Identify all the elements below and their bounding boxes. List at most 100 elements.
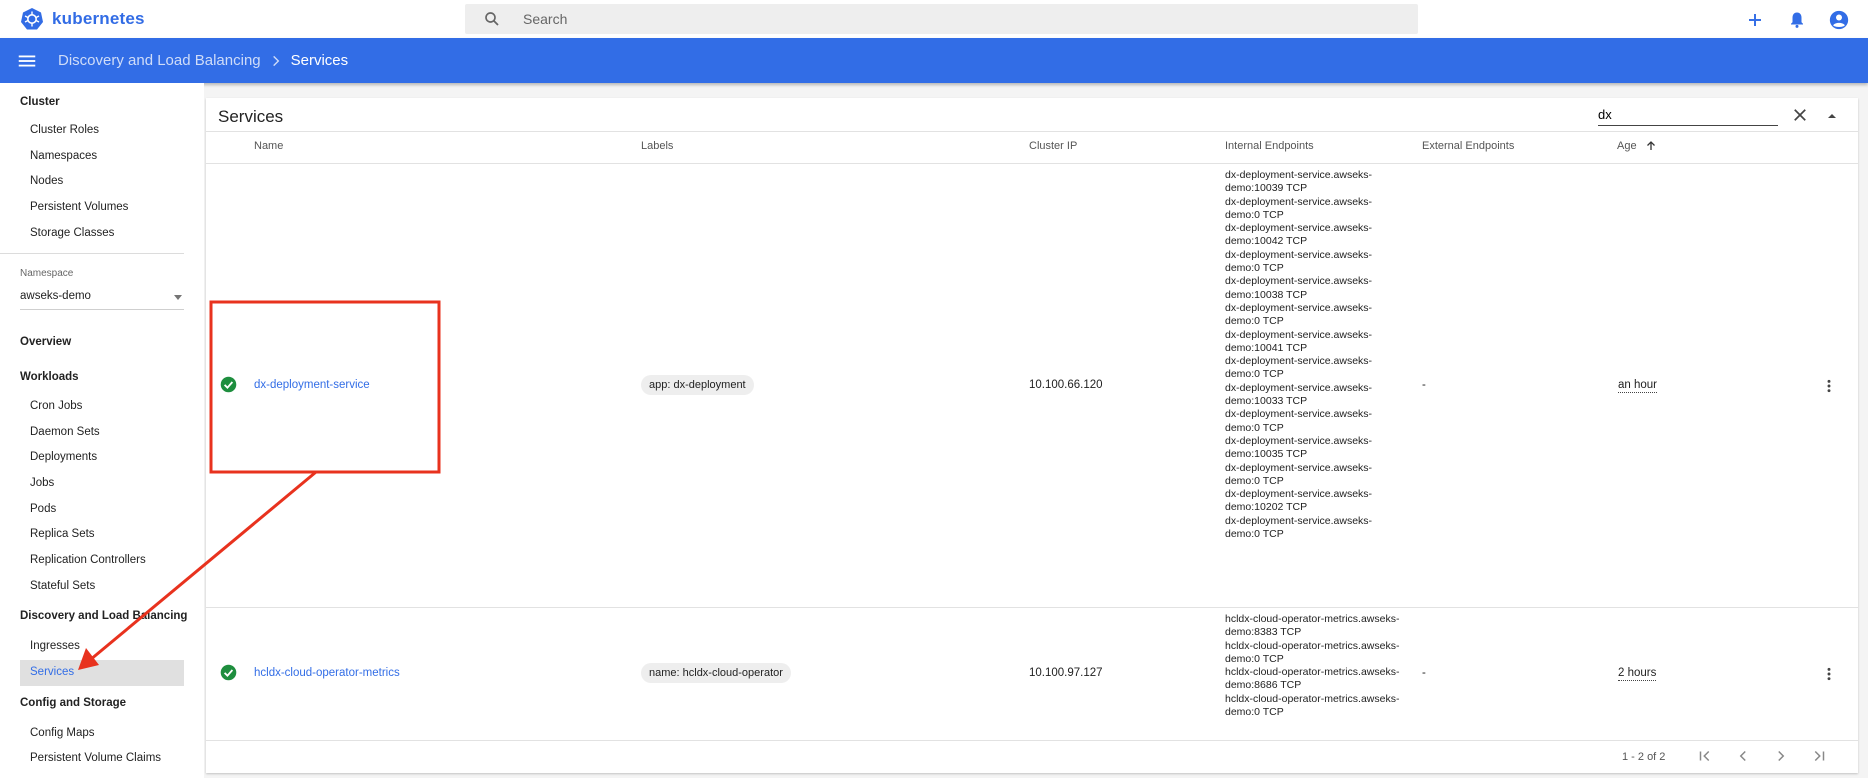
breadcrumb-parent-link[interactable]: Discovery and Load Balancing	[58, 52, 261, 69]
collapse-arrow-icon[interactable]	[1824, 108, 1840, 124]
endpoint-line: demo:10035 TCP	[1225, 448, 1308, 461]
sidebar-item-storage-classes[interactable]: Storage Classes	[30, 227, 114, 239]
pagination-range: 1 - 2 of 2	[1622, 751, 1666, 763]
endpoint-line: hcldx-cloud-operator-metrics.awseks-	[1225, 666, 1400, 679]
service-name-link[interactable]: hcldx-cloud-operator-metrics	[254, 667, 400, 679]
endpoint-line: demo:0 TCP	[1225, 474, 1284, 487]
endpoint-line: demo:10042 TCP	[1225, 235, 1308, 248]
endpoint-line: demo:0 TCP	[1225, 368, 1284, 381]
sidebar-item-daemon-sets[interactable]: Daemon Sets	[30, 426, 100, 438]
sidebar-item-persistent-volumes[interactable]: Persistent Volumes	[30, 201, 128, 213]
service-name-link[interactable]: dx-deployment-service	[254, 379, 370, 391]
sidebar-item-overview[interactable]: Overview	[20, 336, 71, 348]
endpoint-line: demo:0 TCP	[1225, 421, 1284, 434]
cluster-ip: 10.100.66.120	[1029, 379, 1103, 391]
sidebar-item-stateful-sets[interactable]: Stateful Sets	[30, 580, 95, 592]
sidebar-item-config-maps[interactable]: Config Maps	[30, 727, 95, 739]
column-header-labels: Labels	[641, 140, 674, 152]
endpoint-line: demo:10202 TCP	[1225, 501, 1308, 514]
endpoint-line: demo:0 TCP	[1225, 652, 1284, 665]
account-circle-icon	[1829, 10, 1849, 30]
endpoint-line: dx-deployment-service.awseks-	[1225, 461, 1373, 474]
endpoint-line: dx-deployment-service.awseks-	[1225, 434, 1373, 447]
sidebar-item-cron-jobs[interactable]: Cron Jobs	[30, 400, 82, 412]
endpoint-line: hcldx-cloud-operator-metrics.awseks-	[1225, 613, 1400, 625]
endpoint-line: demo:10033 TCP	[1225, 395, 1308, 408]
previous-page-icon[interactable]	[1734, 747, 1752, 765]
sidebar-divider	[0, 253, 184, 254]
bell-icon	[1791, 12, 1803, 28]
sidebar-section-discovery[interactable]: Discovery and Load Balancing	[20, 610, 187, 622]
footer-divider	[206, 740, 1858, 741]
sidebar-item-replica-sets[interactable]: Replica Sets	[30, 528, 95, 540]
card-title: Services	[218, 107, 284, 126]
column-header-divider	[206, 163, 1858, 164]
endpoint-line: dx-deployment-service.awseks-	[1225, 355, 1373, 368]
check-circle-icon	[220, 664, 237, 681]
search-icon	[485, 12, 499, 26]
sidebar: Cluster Cluster Roles Namespaces Nodes P…	[0, 83, 204, 778]
dropdown-arrow-icon	[174, 295, 182, 300]
namespace-value: awseks-demo	[20, 290, 91, 302]
menu-icon[interactable]	[16, 50, 38, 72]
endpoint-line: demo:0 TCP	[1225, 706, 1284, 719]
external-endpoints: -	[1422, 379, 1426, 391]
endpoint-line: demo:8686 TCP	[1225, 679, 1302, 692]
sidebar-item-cluster-roles[interactable]: Cluster Roles	[30, 124, 99, 136]
sidebar-item-namespaces[interactable]: Namespaces	[30, 150, 97, 162]
last-page-icon[interactable]	[1810, 747, 1828, 765]
sidebar-item-replication-controllers[interactable]: Replication Controllers	[30, 554, 146, 566]
endpoint-line: dx-deployment-service.awseks-	[1225, 328, 1373, 341]
filter-field[interactable]	[1598, 106, 1778, 126]
endpoint-line: demo:0 TCP	[1225, 315, 1284, 328]
sidebar-item-deployments[interactable]: Deployments	[30, 451, 97, 463]
account-button[interactable]	[1828, 9, 1850, 31]
sidebar-item-ingresses[interactable]: Ingresses	[30, 640, 80, 652]
endpoint-line: demo:10041 TCP	[1225, 341, 1308, 354]
brand[interactable]: kubernetes	[20, 7, 145, 31]
header-divider	[206, 131, 1858, 132]
search-input[interactable]	[521, 10, 1321, 28]
sidebar-item-nodes[interactable]: Nodes	[30, 175, 63, 187]
notifications-button[interactable]	[1786, 9, 1808, 31]
age-value: an hour	[1618, 379, 1658, 393]
column-header-external-endpoints: External Endpoints	[1422, 140, 1515, 152]
label-chip: name: hcldx-cloud-operator	[641, 663, 791, 683]
first-page-icon[interactable]	[1696, 747, 1714, 765]
column-header-age[interactable]: Age	[1617, 140, 1657, 152]
age-value: 2 hours	[1618, 667, 1657, 681]
next-page-icon[interactable]	[1772, 747, 1790, 765]
label-chip: app: dx-deployment	[641, 375, 754, 395]
external-endpoints: -	[1422, 667, 1426, 679]
endpoint-line: dx-deployment-service.awseks-	[1225, 381, 1373, 394]
more-vert-icon[interactable]	[1821, 378, 1837, 394]
more-vert-icon[interactable]	[1821, 666, 1837, 682]
sidebar-item-persistent-volume-claims[interactable]: Persistent Volume Claims	[30, 752, 161, 764]
top-actions	[1744, 9, 1850, 31]
endpoint-line: dx-deployment-service.awseks-	[1225, 408, 1373, 421]
close-icon[interactable]	[1791, 106, 1809, 124]
sidebar-section-config[interactable]: Config and Storage	[20, 697, 126, 709]
sidebar-section-workloads[interactable]: Workloads	[20, 371, 79, 383]
sidebar-item-jobs[interactable]: Jobs	[30, 477, 54, 489]
top-toolbar: kubernetes	[0, 0, 1868, 38]
chevron-right-icon	[272, 55, 279, 66]
create-button[interactable]	[1744, 9, 1766, 31]
endpoint-line: demo:10038 TCP	[1225, 288, 1308, 301]
global-search	[465, 4, 1418, 34]
column-header-age-label: Age	[1617, 140, 1637, 152]
sidebar-item-services[interactable]: Services	[30, 666, 74, 678]
sidebar-section-cluster[interactable]: Cluster	[20, 96, 60, 108]
endpoint-line: dx-deployment-service.awseks-	[1225, 488, 1373, 501]
endpoint-line: hcldx-cloud-operator-metrics.awseks-	[1225, 639, 1400, 652]
endpoint-line: dx-deployment-service.awseks-	[1225, 222, 1373, 235]
filter-input[interactable]	[1598, 107, 1778, 122]
column-header-name[interactable]: Name	[254, 140, 283, 152]
namespace-select[interactable]: awseks-demo	[20, 290, 184, 310]
endpoint-line: demo:10039 TCP	[1225, 182, 1308, 195]
sidebar-item-pods[interactable]: Pods	[30, 503, 56, 515]
cluster-ip: 10.100.97.127	[1029, 667, 1103, 679]
row-divider	[206, 607, 1858, 608]
brand-name: kubernetes	[52, 9, 145, 28]
namespace-label: Namespace	[20, 268, 74, 279]
